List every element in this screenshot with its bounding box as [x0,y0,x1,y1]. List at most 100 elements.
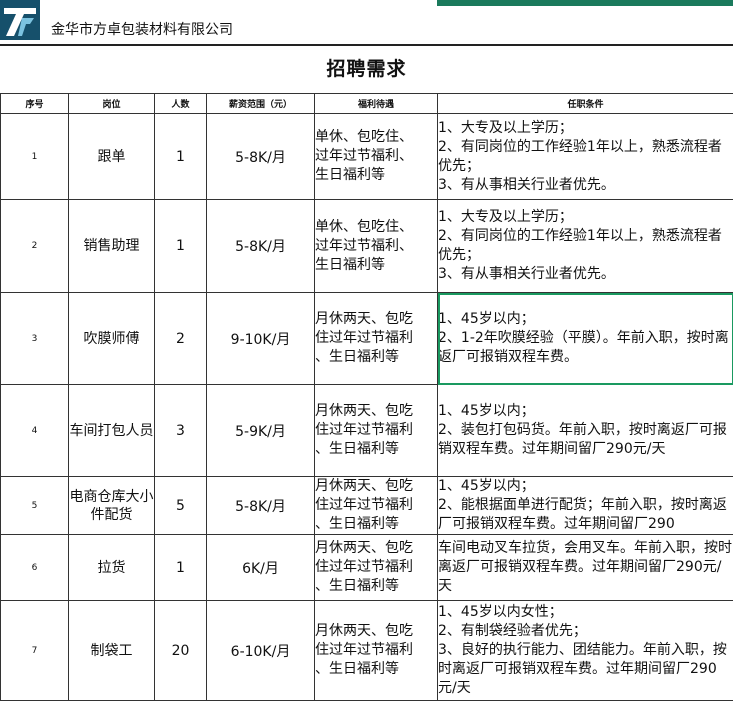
benefit-line: 住过年过节福利 [315,330,414,346]
benefit-line: 住过年过节福利 [315,422,414,438]
column-header-benefits: 福利待遇 [314,93,438,114]
benefit-line: 月休两天、包吃 [315,623,414,639]
page-header: 金华市方卓包装材料有限公司 [0,0,733,44]
benefit-line: 、生日福利等 [315,349,400,365]
row-count: 5 [154,476,207,535]
requirement-line: 1、45岁以内； [438,403,535,419]
row-position: 吹膜师傅 [68,292,155,385]
column-header-salary: 薪资范围（元） [206,93,315,114]
row-salary: 5-8K/月 [206,476,315,535]
requirement-line: 车间电动叉车拉货，会用叉车。年前入职，按时离返厂可报销双程车费。过年期间留厂29… [438,540,733,594]
company-name: 金华市方卓包装材料有限公司 [51,22,233,38]
row-requirements: 1、大专及以上学历； 2、有同岗位的工作经验1年以上，熟悉流程者优先； 3、有从… [437,113,733,200]
row-index: 3 [0,292,69,385]
benefit-line: 单休、包吃住、 [315,218,414,235]
page-title: 招聘需求 [326,58,407,80]
row-position: 跟单 [68,113,155,200]
column-header-count: 人数 [154,93,207,114]
selected-cell-requirements[interactable]: 1、45岁以内； 2、1-2年吹膜经验（平膜）。年前入职，按时离返厂可报销双程车… [437,292,733,385]
benefit-line: 月休两天、包吃 [315,478,414,494]
table-row: 4 车间打包人员 3 5-9K/月 月休两天、包吃 住过年过节福利 、生日福利等… [0,384,733,477]
row-position: 拉货 [68,534,155,601]
table-row: 7 制袋工 20 6-10K/月 月休两天、包吃 住过年过节福利 、生日福利等 … [0,600,733,701]
column-header-requirements: 任职条件 [437,93,733,114]
row-benefits: 月休两天、包吃 住过年过节福利 、生日福利等 [314,534,438,601]
row-index: 6 [0,534,69,601]
row-count: 20 [154,600,207,701]
row-count: 1 [154,113,207,200]
benefit-line: 过年过节福利、 [315,148,414,164]
row-count: 3 [154,384,207,477]
column-header-index: 序号 [0,93,69,114]
row-requirements: 1、45岁以内； 2、能根据面单进行配货；年前入职，按时离返厂可报销双程车费。过… [437,476,733,535]
benefit-line: 生日福利等 [315,256,386,273]
header-divider [0,44,733,46]
row-position: 销售助理 [68,199,155,293]
requirement-line: 2、装包打包码货。年前入职，按时离返厂可报销双程车费。过年期间留厂290元/天 [438,422,727,457]
row-benefits: 单休、包吃住、 过年过节福利、 生日福利等 [314,113,438,200]
requirement-line: 1、大专及以上学历； [438,119,573,136]
company-logo-icon [0,0,40,40]
benefit-line: 、生日福利等 [315,578,400,594]
benefit-line: 月休两天、包吃 [315,540,414,556]
requirement-line: 1、45岁以内； [438,311,535,327]
row-salary: 5-9K/月 [206,384,315,477]
row-requirements: 1、45岁以内； 2、装包打包码货。年前入职，按时离返厂可报销双程车费。过年期间… [437,384,733,477]
requirement-line: 2、有同岗位的工作经验1年以上，熟悉流程者优先； [438,228,722,263]
requirement-line: 2、有同岗位的工作经验1年以上，熟悉流程者优先； [438,138,722,174]
benefit-line: 、生日福利等 [315,516,400,532]
row-salary: 6-10K/月 [206,600,315,701]
row-position: 车间打包人员 [68,384,155,477]
table-row: 2 销售助理 1 5-8K/月 单休、包吃住、 过年过节福利、 生日福利等 1、… [0,199,733,293]
benefit-line: 、生日福利等 [315,661,400,677]
row-position: 制袋工 [68,600,155,701]
row-count: 1 [154,534,207,601]
row-benefits: 月休两天、包吃 住过年过节福利 、生日福利等 [314,600,438,701]
row-index: 5 [0,476,69,535]
row-salary: 9-10K/月 [206,292,315,385]
row-benefits: 月休两天、包吃 住过年过节福利 、生日福利等 [314,384,438,477]
requirement-line: 1、45岁以内； [438,478,535,494]
row-count: 1 [154,199,207,293]
row-salary: 5-8K/月 [206,199,315,293]
table-row: 1 跟单 1 5-8K/月 单休、包吃住、 过年过节福利、 生日福利等 1、大专… [0,113,733,200]
benefit-line: 单休、包吃住、 [315,129,414,145]
table-row: 3 吹膜师傅 2 9-10K/月 月休两天、包吃 住过年过节福利 、生日福利等 … [0,292,733,385]
benefit-line: 月休两天、包吃 [315,311,414,327]
benefit-line: 月休两天、包吃 [315,403,414,419]
row-benefits: 月休两天、包吃 住过年过节福利 、生日福利等 [314,292,438,385]
table-row: 5 电商仓库大小件配货 5 5-8K/月 月休两天、包吃 住过年过节福利 、生日… [0,476,733,535]
row-position: 电商仓库大小件配货 [68,476,155,535]
benefit-line: 住过年过节福利 [315,497,414,513]
row-requirements: 1、大专及以上学历； 2、有同岗位的工作经验1年以上，熟悉流程者优先； 3、有从… [437,199,733,293]
benefit-line: 住过年过节福利 [315,642,414,658]
recruitment-table: 序号 岗位 人数 薪资范围（元） 福利待遇 任职条件 1 跟单 1 5-8K/月… [0,93,733,701]
header-accent-bar [437,0,733,6]
benefit-line: 、生日福利等 [315,441,400,457]
benefit-line: 过年过节福利、 [315,237,414,254]
row-index: 7 [0,600,69,701]
row-index: 1 [0,113,69,200]
requirement-line: 1、45岁以内女性； [438,604,563,620]
requirement-line: 2、1-2年吹膜经验（平膜）。年前入职，按时离返厂可报销双程车费。 [438,330,729,365]
requirement-line: 2、能根据面单进行配货；年前入职，按时离返厂可报销双程车费。过年期间留厂290 [438,497,727,532]
row-salary: 5-8K/月 [206,113,315,200]
row-salary: 6K/月 [206,534,315,601]
column-header-position: 岗位 [68,93,155,114]
requirement-line: 1、大专及以上学历； [438,209,573,225]
row-benefits: 单休、包吃住、 过年过节福利、 生日福利等 [314,199,438,293]
requirement-line: 2、有制袋经验者优先； [438,623,587,639]
row-requirements: 车间电动叉车拉货，会用叉车。年前入职，按时离返厂可报销双程车费。过年期间留厂29… [437,534,733,601]
row-benefits: 月休两天、包吃 住过年过节福利 、生日福利等 [314,476,438,535]
benefit-line: 住过年过节福利 [315,559,414,575]
requirement-line: 3、有从事相关行业者优先。 [438,266,615,282]
table-row: 6 拉货 1 6K/月 月休两天、包吃 住过年过节福利 、生日福利等 车间电动叉… [0,534,733,601]
benefit-line: 生日福利等 [315,167,386,183]
row-requirements: 1、45岁以内女性； 2、有制袋经验者优先； 3、良好的执行能力、团结能力。年前… [437,600,733,701]
row-index: 2 [0,199,69,293]
row-index: 4 [0,384,69,477]
requirement-line: 3、有从事相关行业者优先。 [438,176,615,193]
requirement-line: 3、良好的执行能力、团结能力。年前入职，按时离返厂可报销双程车费。过年期间留厂2… [438,642,727,696]
row-count: 2 [154,292,207,385]
table-header-row: 序号 岗位 人数 薪资范围（元） 福利待遇 任职条件 [0,93,733,114]
